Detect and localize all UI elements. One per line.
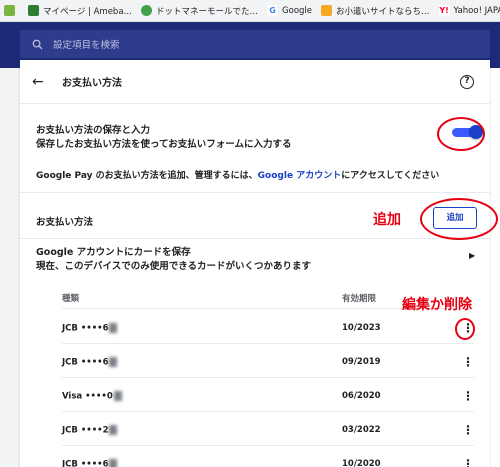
column-header-expiry: 有効期限: [342, 294, 377, 304]
apps-grid-icon: [4, 5, 15, 16]
table-row: JCB ••••2 03/2022 ⋮: [62, 414, 474, 446]
divider: [20, 238, 490, 239]
table-row: JCB ••••6 10/2023 ⋮: [62, 312, 474, 344]
payment-methods-card: ← お支払い方法 ? お支払い方法の保存と入力 保存したお支払い方法を使ってお支…: [20, 60, 490, 467]
card-number: Visa ••••0: [62, 391, 113, 402]
bookmark-label: Google: [282, 5, 313, 16]
left-gutter: [0, 68, 20, 467]
back-arrow-icon[interactable]: ←: [32, 74, 48, 90]
card-expiry: 03/2022: [342, 425, 381, 435]
bookmark-yahoo[interactable]: Y!Yahoo! JAPAN: [438, 5, 500, 16]
card-type: JCB ••••6: [62, 323, 118, 334]
card-expiry: 10/2023: [342, 323, 381, 333]
bookmark-dotmoney[interactable]: ドットマネーモールでた…: [141, 5, 258, 17]
settings-search-input[interactable]: 設定項目を検索: [20, 30, 490, 58]
table-row: JCB ••••6 09/2019 ⋮: [62, 346, 474, 378]
okozukai-icon: [321, 5, 333, 16]
bookmark-label: マイページ | Ameba…: [43, 6, 133, 17]
annotation-circle-add: [420, 198, 498, 240]
search-icon: [32, 39, 43, 50]
payment-methods-label: お支払い方法: [36, 217, 94, 228]
bookmark-label: Yahoo! JAPAN: [453, 5, 500, 16]
more-vert-icon[interactable]: ⋮: [462, 354, 474, 370]
card-number: JCB ••••6: [62, 323, 109, 334]
more-vert-icon[interactable]: ⋮: [462, 456, 474, 467]
redacted-mark: [109, 459, 118, 467]
annotation-circle-kebab: [455, 318, 475, 340]
gpay-text-after: にアクセスしてください: [341, 171, 440, 181]
card-type: Visa ••••0: [62, 391, 122, 402]
card-expiry: 10/2020: [342, 459, 381, 467]
gpay-notice: Google Pay のお支払い方法を追加、管理するには、Google アカウン…: [36, 168, 439, 181]
page-title: お支払い方法: [62, 78, 122, 89]
gpay-text-before: Google Pay のお支払い方法を追加、管理するには、: [36, 171, 258, 181]
bookmark-ameba[interactable]: マイページ | Ameba…: [28, 5, 132, 17]
card-type: JCB ••••6: [62, 357, 118, 368]
bookmark-okozukai[interactable]: お小遣いサイトならち…: [321, 5, 430, 17]
page-title-row: ← お支払い方法 ?: [20, 60, 490, 104]
help-icon[interactable]: ?: [460, 75, 474, 89]
yahoo-icon: Y!: [438, 5, 450, 16]
more-vert-icon[interactable]: ⋮: [462, 388, 474, 404]
redacted-mark: [109, 425, 118, 435]
card-type: JCB ••••6: [62, 459, 118, 467]
card-number: JCB ••••6: [62, 459, 109, 467]
bookmark-google[interactable]: G Google: [267, 5, 312, 16]
ameba-icon: [28, 5, 39, 16]
annotation-add-text: 追加: [373, 212, 401, 228]
google-account-link[interactable]: Google アカウント: [258, 171, 342, 181]
save-fill-subtitle: 保存したお支払い方法を使ってお支払いフォームに入力する: [36, 139, 292, 150]
card-expiry: 06/2020: [342, 391, 381, 401]
bookmark-apps[interactable]: [4, 5, 19, 16]
dotmoney-icon: [141, 5, 153, 16]
bookmark-label: お小遣いサイトならち…: [336, 6, 430, 17]
save-to-google-title: Google アカウントにカードを保存: [36, 247, 191, 258]
redacted-mark: [113, 391, 122, 401]
save-to-google-subtitle: 現在、このデバイスでのみ使用できるカードがいくつかあります: [36, 261, 312, 272]
annotation-circle-toggle: [437, 117, 485, 151]
more-vert-icon[interactable]: ⋮: [462, 422, 474, 438]
card-type: JCB ••••2: [62, 425, 118, 436]
card-number: JCB ••••6: [62, 357, 109, 368]
table-row: JCB ••••6 10/2020 ⋮: [62, 448, 474, 467]
redacted-mark: [109, 357, 118, 367]
annotation-edit-delete-text: 編集か削除: [402, 297, 472, 313]
divider: [20, 192, 490, 193]
chevron-right-icon[interactable]: ▶: [469, 251, 475, 260]
redacted-mark: [109, 323, 118, 333]
card-number: JCB ••••2: [62, 425, 109, 436]
table-row: Visa ••••0 06/2020 ⋮: [62, 380, 474, 412]
google-icon: G: [267, 5, 279, 16]
card-expiry: 09/2019: [342, 357, 381, 367]
save-fill-title: お支払い方法の保存と入力: [36, 125, 151, 136]
bookmarks-bar: マイページ | Ameba… ドットマネーモールでた… G Google お小遣い…: [0, 0, 500, 22]
bookmark-label: ドットマネーモールでた…: [156, 6, 259, 17]
search-placeholder: 設定項目を検索: [53, 40, 120, 51]
column-header-type: 種類: [62, 294, 80, 304]
